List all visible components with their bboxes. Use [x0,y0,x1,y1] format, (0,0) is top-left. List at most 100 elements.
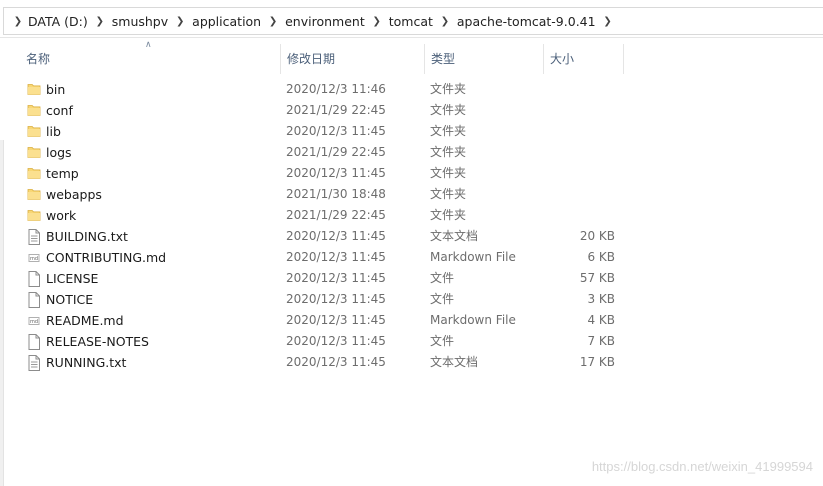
file-row[interactable]: bin 2020/12/3 11:46 文件夹 [0,79,823,100]
column-size-header[interactable]: 大小 [543,44,624,74]
file-name[interactable]: bin [46,79,65,100]
file-size: 3 KB [587,292,615,306]
svg-text:md: md [30,319,38,325]
file-icon [27,289,43,310]
file-type: 文本文档 [430,355,479,369]
file-modified-date: 2020/12/3 11:45 [286,334,386,348]
column-header: 名称 修改日期 类型 大小 [0,44,823,74]
file-row[interactable]: temp 2020/12/3 11:45 文件夹 [0,163,823,184]
file-row[interactable]: NOTICE 2020/12/3 11:45 文件 3 KB [0,289,823,310]
file-name[interactable]: conf [46,100,73,121]
file-type: 文件夹 [430,124,467,138]
file-modified-date: 2020/12/3 11:45 [286,166,386,180]
file-type: 文件 [430,292,455,306]
text-file-icon [27,226,43,247]
file-modified-date: 2021/1/29 22:45 [286,208,386,222]
text-file-icon [27,352,43,373]
breadcrumb-item[interactable]: environment [281,14,369,29]
file-row[interactable]: conf 2021/1/29 22:45 文件夹 [0,100,823,121]
file-size: 20 KB [579,229,615,243]
file-size: 4 KB [587,313,615,327]
chevron-right-icon[interactable]: ❯ [265,16,281,27]
file-row[interactable]: webapps 2021/1/30 18:48 文件夹 [0,184,823,205]
column-date-header[interactable]: 修改日期 [280,44,424,74]
file-size: 57 KB [579,271,615,285]
file-modified-date: 2020/12/3 11:45 [286,124,386,138]
file-type: 文件夹 [430,208,467,222]
folder-icon [27,79,43,100]
file-type: Markdown File [430,250,516,264]
folder-icon [27,142,43,163]
file-name[interactable]: webapps [46,184,102,205]
watermark: https://blog.csdn.net/weixin_41999594 [591,459,813,474]
file-row[interactable]: work 2021/1/29 22:45 文件夹 [0,205,823,226]
file-name[interactable]: logs [46,142,72,163]
file-name[interactable]: lib [46,121,61,142]
file-modified-date: 2020/12/3 11:45 [286,271,386,285]
file-size: 6 KB [587,250,615,264]
file-size [545,142,615,163]
file-modified-date: 2020/12/3 11:45 [286,313,386,327]
file-type: 文件夹 [430,82,467,96]
file-name[interactable]: LICENSE [46,268,98,289]
file-name[interactable]: NOTICE [46,289,93,310]
file-modified-date: 2021/1/29 22:45 [286,145,386,159]
file-type: 文件夹 [430,103,467,117]
file-type: 文件夹 [430,166,467,180]
file-name[interactable]: temp [46,163,79,184]
breadcrumb-item[interactable]: apache-tomcat-9.0.41 [453,14,600,29]
address-box[interactable]: ❯ DATA (D:) ❯ smushpv ❯ application ❯ en… [3,7,823,35]
file-icon [27,331,43,352]
file-row[interactable]: logs 2021/1/29 22:45 文件夹 [0,142,823,163]
chevron-right-icon[interactable]: ❯ [92,16,108,27]
file-size [545,205,615,226]
folder-icon [27,184,43,205]
file-type: 文本文档 [430,229,479,243]
file-row[interactable]: BUILDING.txt 2020/12/3 11:45 文本文档 20 KB [0,226,823,247]
address-bar[interactable]: ❯ DATA (D:) ❯ smushpv ❯ application ❯ en… [0,0,823,38]
file-type: 文件 [430,334,455,348]
chevron-right-icon[interactable]: ❯ [437,16,453,27]
file-row[interactable]: md CONTRIBUTING.md 2020/12/3 11:45 Markdown… [0,247,823,268]
breadcrumb-item[interactable]: DATA (D:) [24,14,92,29]
folder-icon [27,163,43,184]
file-row[interactable]: lib 2020/12/3 11:45 文件夹 [0,121,823,142]
file-size: 7 KB [587,334,615,348]
file-row[interactable]: RUNNING.txt 2020/12/3 11:45 文本文档 17 KB [0,352,823,373]
file-type: Markdown File [430,313,516,327]
file-name[interactable]: CONTRIBUTING.md [46,247,166,268]
file-type: 文件夹 [430,145,467,159]
breadcrumb-item[interactable]: smushpv [108,14,172,29]
file-name[interactable]: RUNNING.txt [46,352,126,373]
file-modified-date: 2020/12/3 11:45 [286,292,386,306]
file-modified-date: 2021/1/29 22:45 [286,103,386,117]
file-name[interactable]: RELEASE-NOTES [46,331,149,352]
file-type: 文件夹 [430,187,467,201]
sort-ascending-icon: ∧ [145,40,152,50]
file-size [545,79,615,100]
file-name[interactable]: README.md [46,310,124,331]
file-icon [27,268,43,289]
file-type: 文件 [430,271,455,285]
file-name[interactable]: BUILDING.txt [46,226,128,247]
markdown-file-icon: md [27,247,43,268]
file-size [545,184,615,205]
chevron-right-icon[interactable]: ❯ [12,16,24,27]
chevron-right-icon[interactable]: ❯ [369,16,385,27]
markdown-file-icon: md [27,310,43,331]
chevron-right-icon[interactable]: ❯ [600,16,616,27]
file-row[interactable]: md README.md 2020/12/3 11:45 Markdown File 4… [0,310,823,331]
breadcrumb: ❯ DATA (D:) ❯ smushpv ❯ application ❯ en… [12,8,616,34]
file-modified-date: 2020/12/3 11:45 [286,355,386,369]
file-row[interactable]: LICENSE 2020/12/3 11:45 文件 57 KB [0,268,823,289]
file-row[interactable]: RELEASE-NOTES 2020/12/3 11:45 文件 7 KB [0,331,823,352]
folder-icon [27,121,43,142]
file-size [545,121,615,142]
breadcrumb-item[interactable]: tomcat [385,14,437,29]
file-size [545,100,615,121]
column-type-header[interactable]: 类型 [424,44,544,74]
chevron-right-icon[interactable]: ❯ [172,16,188,27]
breadcrumb-item[interactable]: application [188,14,265,29]
file-name[interactable]: work [46,205,76,226]
folder-icon [27,205,43,226]
